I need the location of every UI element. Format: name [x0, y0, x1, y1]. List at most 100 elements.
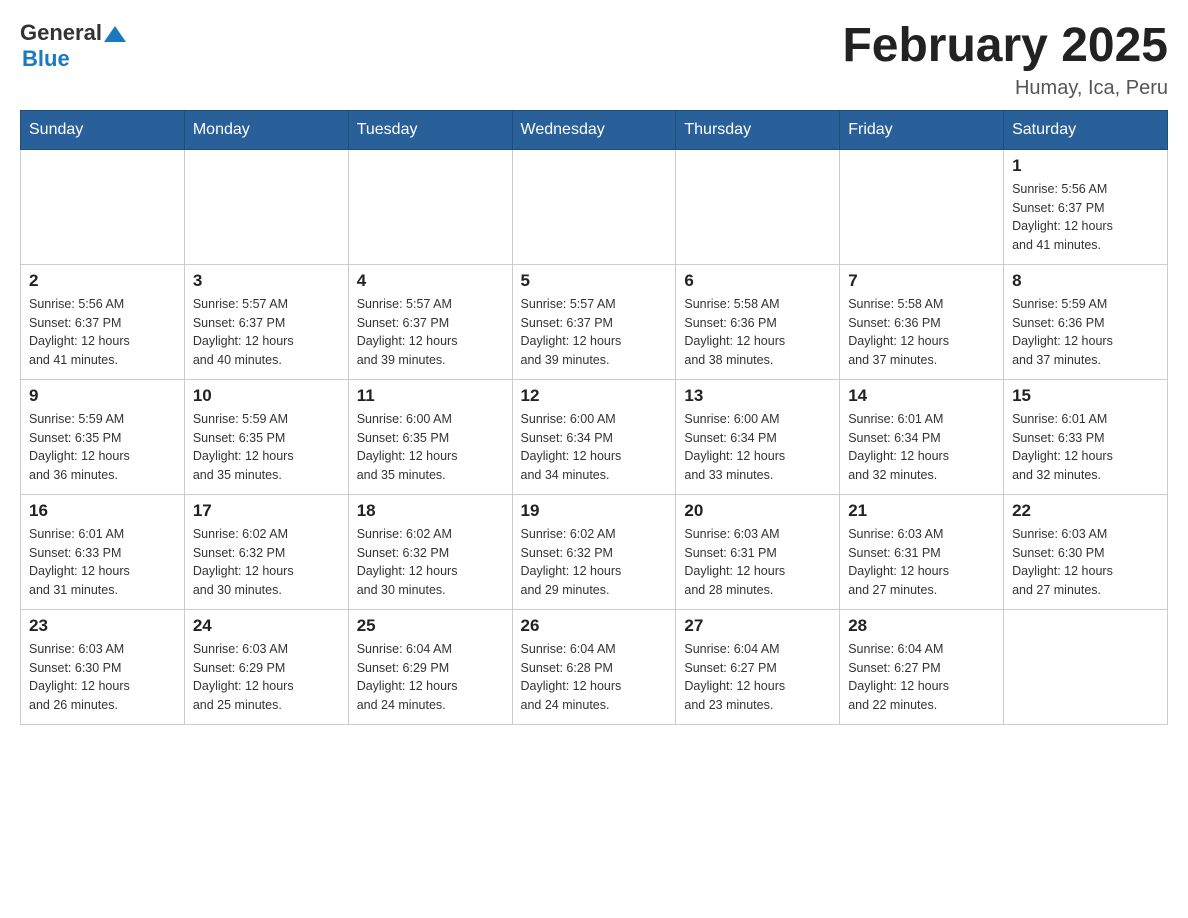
day-header-wednesday: Wednesday: [512, 110, 676, 149]
day-number: 17: [193, 501, 340, 521]
week-row-2: 2 Sunrise: 5:56 AMSunset: 6:37 PMDaylight…: [21, 264, 1168, 379]
calendar-cell: 20 Sunrise: 6:03 AMSunset: 6:31 PMDayligh…: [676, 494, 840, 609]
calendar-cell: 21 Sunrise: 6:03 AMSunset: 6:31 PMDayligh…: [840, 494, 1004, 609]
calendar-cell: 7 Sunrise: 5:58 AMSunset: 6:36 PMDaylight…: [840, 264, 1004, 379]
day-number: 19: [521, 501, 668, 521]
day-info: Sunrise: 6:01 AMSunset: 6:34 PMDaylight:…: [848, 410, 995, 485]
calendar-cell: 26 Sunrise: 6:04 AMSunset: 6:28 PMDayligh…: [512, 609, 676, 724]
day-info: Sunrise: 5:59 AMSunset: 6:35 PMDaylight:…: [29, 410, 176, 485]
day-number: 1: [1012, 156, 1159, 176]
calendar-cell: 4 Sunrise: 5:57 AMSunset: 6:37 PMDaylight…: [348, 264, 512, 379]
day-info: Sunrise: 6:01 AMSunset: 6:33 PMDaylight:…: [29, 525, 176, 600]
day-info: Sunrise: 6:04 AMSunset: 6:27 PMDaylight:…: [684, 640, 831, 715]
month-title: February 2025: [842, 20, 1168, 73]
day-info: Sunrise: 5:57 AMSunset: 6:37 PMDaylight:…: [193, 295, 340, 370]
calendar-cell: 24Sunrise: 6:03 AMSunset: 6:29 PMDayligh…: [184, 609, 348, 724]
day-number: 18: [357, 501, 504, 521]
logo: General Blue: [20, 20, 126, 72]
calendar-cell: 2 Sunrise: 5:56 AMSunset: 6:37 PMDaylight…: [21, 264, 185, 379]
day-number: 10: [193, 386, 340, 406]
calendar-cell: [1004, 609, 1168, 724]
week-row-4: 16 Sunrise: 6:01 AMSunset: 6:33 PMDayligh…: [21, 494, 1168, 609]
day-number: 25: [357, 616, 504, 636]
day-number: 14: [848, 386, 995, 406]
day-number: 16: [29, 501, 176, 521]
calendar-cell: 15Sunrise: 6:01 AMSunset: 6:33 PMDayligh…: [1004, 379, 1168, 494]
calendar-cell: 17 Sunrise: 6:02 AMSunset: 6:32 PMDayligh…: [184, 494, 348, 609]
day-info: Sunrise: 6:02 AMSunset: 6:32 PMDaylight:…: [521, 525, 668, 600]
day-header-saturday: Saturday: [1004, 110, 1168, 149]
day-header-monday: Monday: [184, 110, 348, 149]
calendar-cell: [348, 149, 512, 264]
day-info: Sunrise: 6:03 AMSunset: 6:30 PMDaylight:…: [29, 640, 176, 715]
calendar-cell: 11 Sunrise: 6:00 AMSunset: 6:35 PMDayligh…: [348, 379, 512, 494]
location: Humay, Ica, Peru: [842, 77, 1168, 100]
day-number: 27: [684, 616, 831, 636]
day-info: Sunrise: 5:57 AMSunset: 6:37 PMDaylight:…: [521, 295, 668, 370]
day-info: Sunrise: 5:58 AMSunset: 6:36 PMDaylight:…: [684, 295, 831, 370]
calendar-cell: [184, 149, 348, 264]
day-info: Sunrise: 6:04 AMSunset: 6:27 PMDaylight:…: [848, 640, 995, 715]
calendar-cell: 27 Sunrise: 6:04 AMSunset: 6:27 PMDayligh…: [676, 609, 840, 724]
calendar-header-row: SundayMondayTuesdayWednesdayThursdayFrid…: [21, 110, 1168, 149]
day-number: 7: [848, 271, 995, 291]
day-header-friday: Friday: [840, 110, 1004, 149]
day-info: Sunrise: 6:04 AMSunset: 6:28 PMDaylight:…: [521, 640, 668, 715]
day-number: 3: [193, 271, 340, 291]
day-number: 12: [521, 386, 668, 406]
page-header: General Blue February 2025 Humay, Ica, P…: [20, 20, 1168, 100]
day-info: Sunrise: 6:03 AMSunset: 6:29 PMDaylight:…: [193, 640, 340, 715]
day-number: 4: [357, 271, 504, 291]
title-section: February 2025 Humay, Ica, Peru: [842, 20, 1168, 100]
calendar-cell: 1 Sunrise: 5:56 AMSunset: 6:37 PMDaylight…: [1004, 149, 1168, 264]
day-number: 20: [684, 501, 831, 521]
day-number: 9: [29, 386, 176, 406]
calendar-cell: 23 Sunrise: 6:03 AMSunset: 6:30 PMDayligh…: [21, 609, 185, 724]
calendar-cell: [676, 149, 840, 264]
calendar-cell: 22 Sunrise: 6:03 AMSunset: 6:30 PMDayligh…: [1004, 494, 1168, 609]
day-number: 6: [684, 271, 831, 291]
day-info: Sunrise: 5:57 AMSunset: 6:37 PMDaylight:…: [357, 295, 504, 370]
calendar-cell: [840, 149, 1004, 264]
logo-general: General: [20, 20, 102, 46]
calendar: SundayMondayTuesdayWednesdayThursdayFrid…: [20, 110, 1168, 725]
day-info: Sunrise: 6:04 AMSunset: 6:29 PMDaylight:…: [357, 640, 504, 715]
day-info: Sunrise: 5:59 AMSunset: 6:36 PMDaylight:…: [1012, 295, 1159, 370]
calendar-cell: 25 Sunrise: 6:04 AMSunset: 6:29 PMDayligh…: [348, 609, 512, 724]
day-info: Sunrise: 6:03 AMSunset: 6:30 PMDaylight:…: [1012, 525, 1159, 600]
day-info: Sunrise: 6:03 AMSunset: 6:31 PMDaylight:…: [684, 525, 831, 600]
day-info: Sunrise: 6:00 AMSunset: 6:35 PMDaylight:…: [357, 410, 504, 485]
day-info: Sunrise: 6:01 AMSunset: 6:33 PMDaylight:…: [1012, 410, 1159, 485]
calendar-cell: 13Sunrise: 6:00 AMSunset: 6:34 PMDayligh…: [676, 379, 840, 494]
day-info: Sunrise: 6:02 AMSunset: 6:32 PMDaylight:…: [357, 525, 504, 600]
day-info: Sunrise: 5:59 AMSunset: 6:35 PMDaylight:…: [193, 410, 340, 485]
day-number: 2: [29, 271, 176, 291]
day-number: 8: [1012, 271, 1159, 291]
logo-triangle-icon: [104, 23, 126, 45]
week-row-5: 23 Sunrise: 6:03 AMSunset: 6:30 PMDayligh…: [21, 609, 1168, 724]
calendar-cell: 9 Sunrise: 5:59 AMSunset: 6:35 PMDaylight…: [21, 379, 185, 494]
day-number: 5: [521, 271, 668, 291]
day-number: 11: [357, 386, 504, 406]
calendar-cell: 5 Sunrise: 5:57 AMSunset: 6:37 PMDaylight…: [512, 264, 676, 379]
calendar-cell: 10 Sunrise: 5:59 AMSunset: 6:35 PMDayligh…: [184, 379, 348, 494]
day-info: Sunrise: 5:56 AMSunset: 6:37 PMDaylight:…: [29, 295, 176, 370]
calendar-cell: 3 Sunrise: 5:57 AMSunset: 6:37 PMDaylight…: [184, 264, 348, 379]
calendar-cell: [21, 149, 185, 264]
day-number: 21: [848, 501, 995, 521]
calendar-cell: 16 Sunrise: 6:01 AMSunset: 6:33 PMDayligh…: [21, 494, 185, 609]
day-info: Sunrise: 5:56 AMSunset: 6:37 PMDaylight:…: [1012, 180, 1159, 255]
logo-blue: Blue: [22, 46, 70, 71]
day-info: Sunrise: 6:03 AMSunset: 6:31 PMDaylight:…: [848, 525, 995, 600]
week-row-3: 9 Sunrise: 5:59 AMSunset: 6:35 PMDaylight…: [21, 379, 1168, 494]
day-header-thursday: Thursday: [676, 110, 840, 149]
day-info: Sunrise: 6:00 AMSunset: 6:34 PMDaylight:…: [521, 410, 668, 485]
day-number: 13: [684, 386, 831, 406]
day-number: 23: [29, 616, 176, 636]
day-info: Sunrise: 6:02 AMSunset: 6:32 PMDaylight:…: [193, 525, 340, 600]
calendar-cell: 14 Sunrise: 6:01 AMSunset: 6:34 PMDayligh…: [840, 379, 1004, 494]
week-row-1: 1 Sunrise: 5:56 AMSunset: 6:37 PMDaylight…: [21, 149, 1168, 264]
day-number: 26: [521, 616, 668, 636]
day-number: 22: [1012, 501, 1159, 521]
day-info: Sunrise: 5:58 AMSunset: 6:36 PMDaylight:…: [848, 295, 995, 370]
